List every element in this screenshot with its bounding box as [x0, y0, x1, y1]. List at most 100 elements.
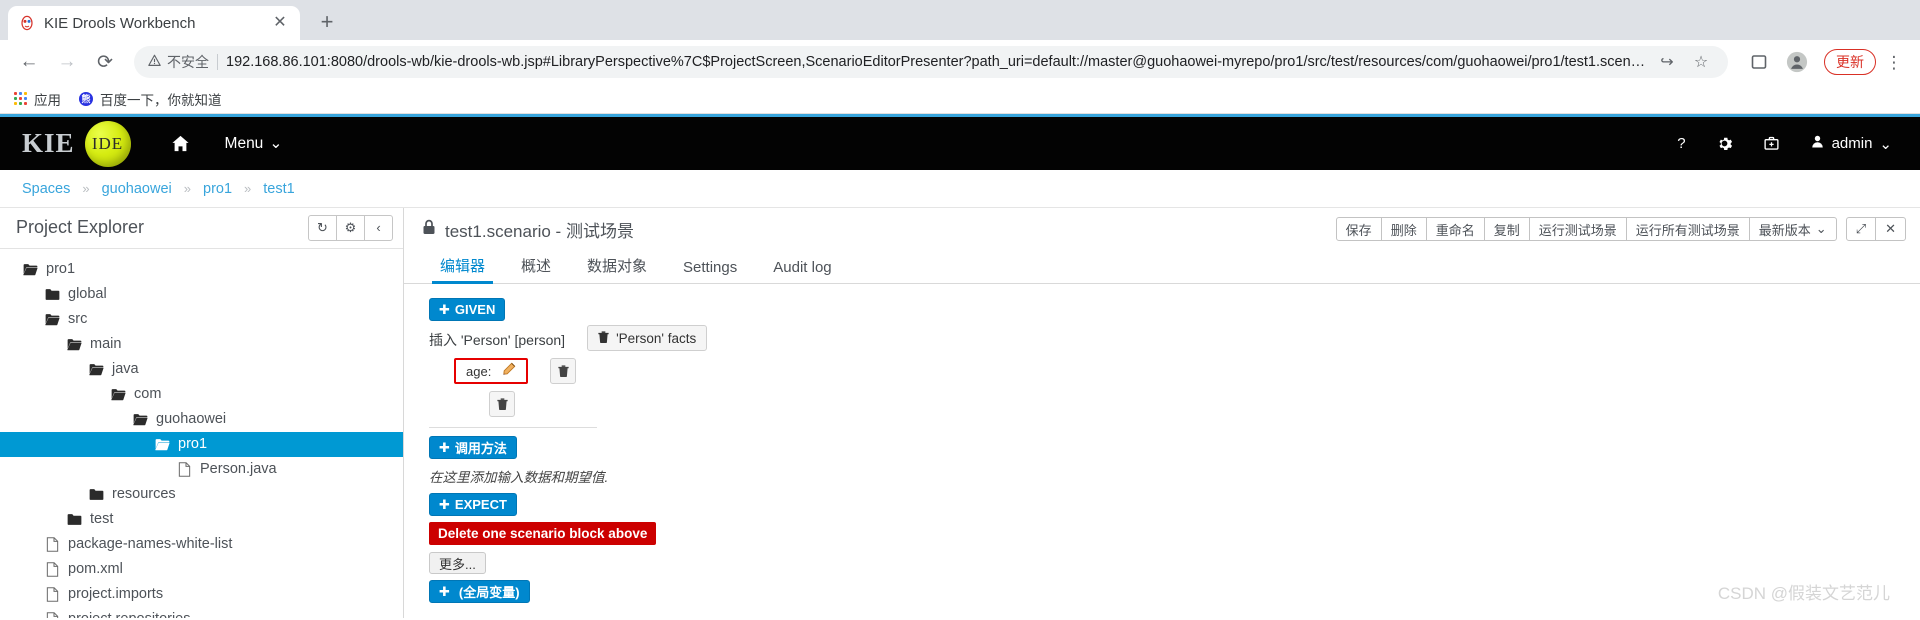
tree-node-resources[interactable]: resources — [0, 482, 403, 507]
gear-icon[interactable]: ⚙ — [336, 214, 365, 241]
kie-logo[interactable]: KIE IDE — [22, 120, 131, 167]
editor-window-group: ⤢ ✕ — [1845, 217, 1906, 241]
refresh-icon[interactable]: ↻ — [308, 214, 337, 241]
version-label: 最新版本 — [1758, 222, 1811, 238]
folder-icon — [44, 288, 60, 301]
file-icon — [44, 611, 60, 618]
workspace: Project Explorer ↻ ⚙ ‹ pro1 global src main… — [0, 208, 1920, 618]
tree-node-guohaowei[interactable]: guohaowei — [0, 407, 403, 432]
tab-audit-log[interactable]: Audit log — [755, 259, 849, 283]
url-text: 192.168.86.101:8080/drools-wb/kie-drools… — [226, 54, 1646, 70]
tab-----[interactable]: 数据对象 — [569, 255, 665, 283]
age-field-label: age: — [466, 363, 492, 379]
tree-node-test[interactable]: test — [0, 507, 403, 532]
update-button[interactable]: 更新 — [1824, 49, 1876, 75]
maximize-icon[interactable]: ⤢ — [1845, 217, 1877, 241]
tree-node-project-imports[interactable]: project.imports — [0, 582, 403, 607]
run-all-scenarios-button[interactable]: 运行所有测试场景 — [1625, 217, 1750, 241]
global-variable-label: (全局变量) — [458, 585, 520, 600]
tree-node-main[interactable]: main — [0, 332, 403, 357]
new-tab-button[interactable]: + — [310, 5, 344, 39]
profile-avatar-icon[interactable] — [1782, 47, 1812, 77]
tree-node-person-java[interactable]: Person.java — [0, 457, 403, 482]
breadcrumb-item-test1[interactable]: test1 — [263, 181, 294, 197]
rename-button[interactable]: 重命名 — [1425, 217, 1485, 241]
forward-icon[interactable]: → — [50, 45, 84, 79]
tree-node-label: pro1 — [178, 436, 208, 453]
delete-scenario-block-button[interactable]: Delete one scenario block above — [429, 522, 657, 545]
menu-label: Menu — [224, 134, 264, 152]
tree-node-src[interactable]: src — [0, 307, 403, 332]
tree-node-project-repositories[interactable]: project.repositories — [0, 607, 403, 618]
tab---[interactable]: 概述 — [503, 255, 569, 283]
chrome-menu-icon[interactable]: ⋮ — [1880, 47, 1908, 77]
address-bar[interactable]: 不安全 192.168.86.101:8080/drools-wb/kie-dr… — [134, 46, 1728, 78]
tree-node-pro1[interactable]: pro1 — [0, 257, 403, 282]
file-icon — [44, 536, 60, 552]
scenario-editor: test1.scenario - 测试场景 保存 删除 重命名 复制 运行测试场… — [404, 208, 1920, 618]
delete-field-button[interactable] — [550, 358, 577, 384]
tree-node-pro1[interactable]: pro1 — [0, 431, 403, 457]
tree-node-global[interactable]: global — [0, 282, 403, 307]
divider — [217, 54, 218, 70]
call-method-button[interactable]: ✚ 调用方法 — [429, 436, 517, 459]
reload-icon[interactable]: ⟳ — [88, 45, 122, 79]
age-field-highlight[interactable]: age: — [454, 358, 529, 384]
tab-settings[interactable]: Settings — [665, 259, 755, 283]
tree-node-label: guohaowei — [156, 411, 227, 428]
tree-node-label: project.repositories — [68, 611, 191, 618]
person-facts-button[interactable]: 'Person' facts — [587, 325, 708, 351]
gear-icon[interactable] — [1716, 135, 1733, 152]
insert-person-text: 插入 'Person' [person] — [429, 332, 566, 348]
menu-dropdown[interactable]: Menu ⌄ — [225, 134, 283, 153]
side-panel-icon[interactable] — [1744, 47, 1774, 77]
help-icon[interactable]: ? — [1677, 135, 1685, 152]
delete-fact-button[interactable] — [489, 391, 515, 417]
run-scenario-button[interactable]: 运行测试场景 — [1528, 217, 1627, 241]
add-given-button[interactable]: ✚ GIVEN — [429, 298, 506, 321]
ide-ball-label: IDE — [91, 133, 124, 153]
breadcrumb-item-guohaowei[interactable]: guohaowei — [102, 181, 172, 197]
breadcrumb-item-spaces[interactable]: Spaces — [22, 181, 70, 197]
bookmark-baidu[interactable]: 熊 百度一下，你就知道 — [79, 89, 222, 109]
tree-node-java[interactable]: java — [0, 357, 403, 382]
expect-label: EXPECT — [454, 497, 507, 512]
brand-text: KIE — [22, 128, 75, 158]
tree-node-package-names-white-list[interactable]: package-names-white-list — [0, 532, 403, 557]
tree-node-pom-xml[interactable]: pom.xml — [0, 557, 403, 582]
browser-tab[interactable]: KIE Drools Workbench ✕ — [8, 6, 300, 40]
close-icon[interactable]: ✕ — [270, 13, 290, 33]
breadcrumb-item-pro1[interactable]: pro1 — [203, 181, 232, 197]
bookmark-apps[interactable]: 应用 — [14, 89, 61, 109]
version-dropdown[interactable]: 最新版本 ⌄ — [1748, 217, 1837, 241]
field-row: age: — [429, 358, 1920, 384]
close-icon[interactable]: ✕ — [1875, 217, 1906, 241]
more-button[interactable]: 更多... — [429, 552, 486, 574]
given-section: ✚ GIVEN — [429, 298, 1920, 321]
tab----[interactable]: 编辑器 — [422, 255, 503, 284]
bookmark-star-icon[interactable]: ☆ — [1688, 49, 1714, 75]
plus-icon: ✚ — [439, 439, 450, 455]
plus-icon: ✚ — [439, 496, 450, 512]
add-expect-button[interactable]: ✚ EXPECT — [429, 493, 517, 516]
delete-button[interactable]: 删除 — [1380, 217, 1427, 241]
collapse-icon[interactable]: ‹ — [364, 214, 393, 241]
add-global-variable-button[interactable]: ✚ (全局变量) — [429, 580, 530, 603]
chevron-down-icon: ⌄ — [1815, 221, 1827, 236]
copy-button[interactable]: 复制 — [1483, 217, 1530, 241]
toolkit-icon[interactable] — [1763, 135, 1780, 152]
home-icon[interactable] — [171, 134, 190, 153]
back-icon[interactable]: ← — [12, 45, 46, 79]
scenario-hint-text: 在这里添加输入数据和期望值. — [429, 470, 609, 485]
tree-node-label: package-names-white-list — [68, 536, 233, 553]
scenario-canvas: ✚ GIVEN 插入 'Person' [person] 'Person' fa… — [404, 284, 1920, 618]
share-icon[interactable]: ↪ — [1654, 49, 1680, 75]
pencil-icon[interactable] — [501, 362, 516, 380]
tree-node-com[interactable]: com — [0, 382, 403, 407]
save-button[interactable]: 保存 — [1335, 217, 1382, 241]
security-status[interactable]: 不安全 — [148, 52, 209, 72]
folder-open-icon — [88, 363, 104, 376]
project-explorer-header: Project Explorer ↻ ⚙ ‹ — [0, 208, 403, 249]
user-menu[interactable]: admin ⌄ — [1810, 134, 1892, 153]
given-label: GIVEN — [454, 302, 496, 317]
